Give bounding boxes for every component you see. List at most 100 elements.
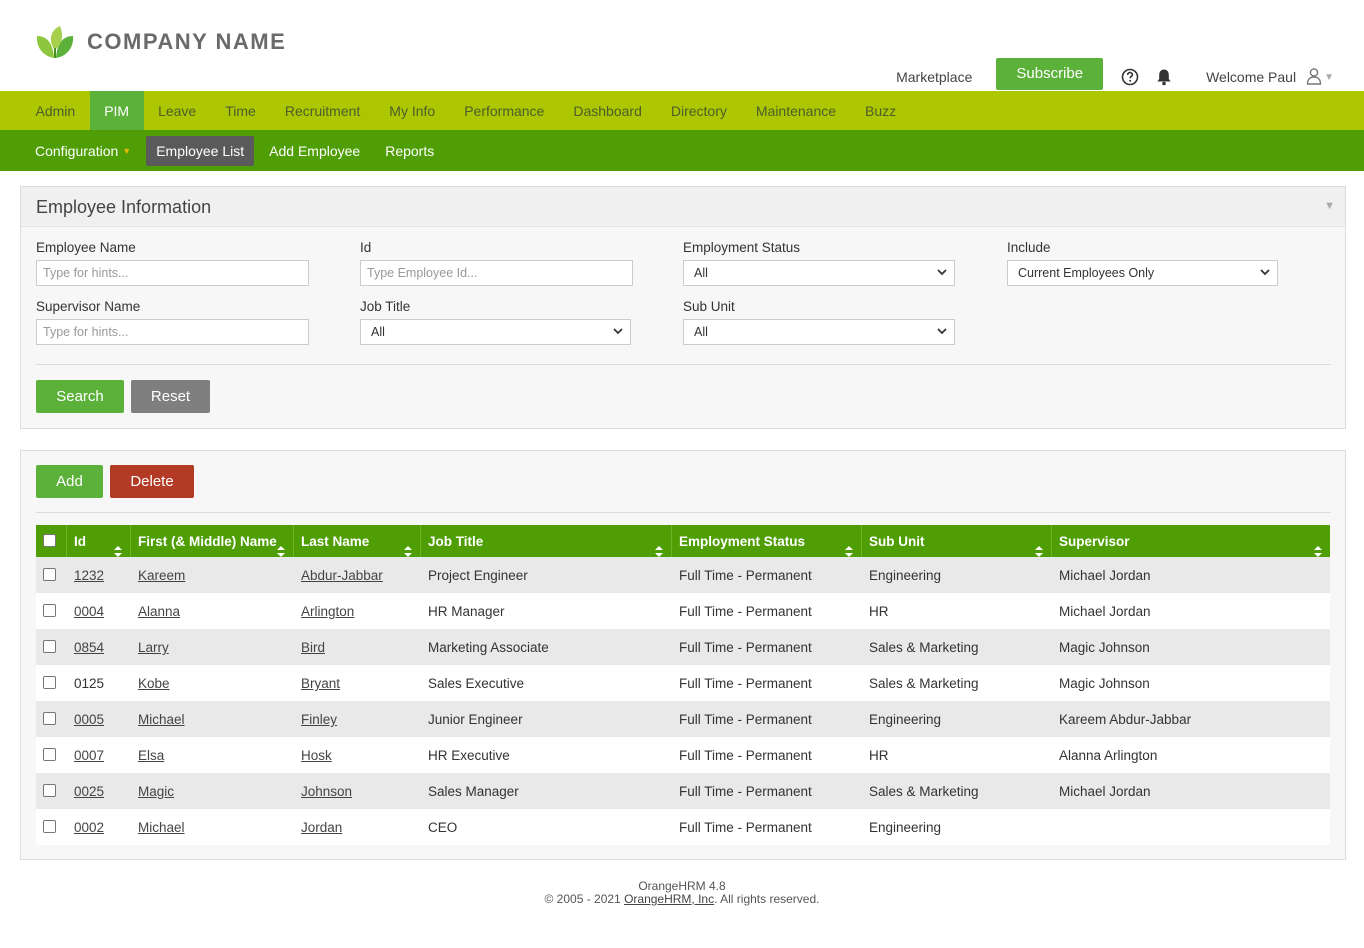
- cell-id-text[interactable]: 0004: [74, 604, 104, 619]
- cell-id[interactable]: 1232: [67, 557, 131, 593]
- cell-first[interactable]: Kareem: [131, 557, 294, 593]
- subnav-reports[interactable]: Reports: [375, 136, 444, 166]
- cell-first[interactable]: Magic: [131, 773, 294, 809]
- nav-item-time[interactable]: Time: [211, 91, 271, 130]
- column-header-supervisor[interactable]: Supervisor: [1052, 525, 1330, 557]
- cell-last-text[interactable]: Abdur-Jabbar: [301, 568, 383, 583]
- column-header-sub-unit[interactable]: Sub Unit: [862, 525, 1052, 557]
- cell-last-text[interactable]: Finley: [301, 712, 337, 727]
- orangehrm-link[interactable]: OrangeHRM, Inc: [624, 892, 714, 906]
- cell-id-text[interactable]: 0005: [74, 712, 104, 727]
- cell-first-text[interactable]: Alanna: [138, 604, 180, 619]
- cell-last-text[interactable]: Bryant: [301, 676, 340, 691]
- cell-first-text[interactable]: Elsa: [138, 748, 164, 763]
- sort-icon[interactable]: [845, 536, 853, 557]
- cell-last-text[interactable]: Arlington: [301, 604, 354, 619]
- cell-first-text[interactable]: Larry: [138, 640, 169, 655]
- employee-name-input[interactable]: Type for hints...: [36, 260, 309, 286]
- nav-item-directory[interactable]: Directory: [656, 91, 741, 130]
- sort-icon[interactable]: [277, 536, 285, 557]
- cell-first[interactable]: Elsa: [131, 737, 294, 773]
- cell-id-text[interactable]: 1232: [74, 568, 104, 583]
- select-all-checkbox[interactable]: [43, 534, 56, 547]
- cell-id[interactable]: 0007: [67, 737, 131, 773]
- nav-item-pim[interactable]: PIM: [89, 91, 144, 130]
- delete-button[interactable]: Delete: [110, 465, 194, 498]
- nav-item-maintenance[interactable]: Maintenance: [741, 91, 850, 130]
- subnav-add-employee[interactable]: Add Employee: [259, 136, 370, 166]
- cell-last-text[interactable]: Johnson: [301, 784, 352, 799]
- cell-first-text[interactable]: Michael: [138, 712, 185, 727]
- sort-icon[interactable]: [655, 536, 663, 557]
- cell-last[interactable]: Bird: [294, 629, 421, 665]
- cell-last-text[interactable]: Bird: [301, 640, 325, 655]
- subscribe-button[interactable]: Subscribe: [996, 57, 1104, 90]
- cell-id[interactable]: 0025: [67, 773, 131, 809]
- include-select[interactable]: Current Employees Only: [1007, 260, 1278, 286]
- nav-item-dashboard[interactable]: Dashboard: [559, 91, 657, 130]
- subnav-configuration[interactable]: Configuration ▼: [25, 136, 141, 166]
- cell-last-text[interactable]: Hosk: [301, 748, 332, 763]
- cell-first[interactable]: Michael: [131, 701, 294, 737]
- welcome-user[interactable]: Welcome Paul: [1206, 69, 1296, 85]
- row-checkbox[interactable]: [43, 676, 56, 689]
- cell-id-text[interactable]: 0854: [74, 640, 104, 655]
- sort-icon[interactable]: [1314, 536, 1322, 557]
- cell-id-text[interactable]: 0025: [74, 784, 104, 799]
- row-checkbox[interactable]: [43, 640, 56, 653]
- job-title-select[interactable]: All: [360, 319, 631, 345]
- user-icon[interactable]: ▼: [1306, 67, 1334, 85]
- cell-last-text[interactable]: Jordan: [301, 820, 342, 835]
- cell-id[interactable]: 0854: [67, 629, 131, 665]
- column-header-first-middle-name[interactable]: First (& Middle) Name: [131, 525, 294, 557]
- nav-item-my-info[interactable]: My Info: [375, 91, 450, 130]
- nav-item-performance[interactable]: Performance: [450, 91, 559, 130]
- cell-id[interactable]: 0005: [67, 701, 131, 737]
- nav-item-leave[interactable]: Leave: [144, 91, 211, 130]
- employment-status-select[interactable]: All: [683, 260, 955, 286]
- row-checkbox[interactable]: [43, 784, 56, 797]
- cell-id[interactable]: 0002: [67, 809, 131, 845]
- column-header-id[interactable]: Id: [67, 525, 131, 557]
- nav-item-admin[interactable]: Admin: [21, 91, 90, 130]
- cell-last[interactable]: Abdur-Jabbar: [294, 557, 421, 593]
- column-header-last-name[interactable]: Last Name: [294, 525, 421, 557]
- cell-first-text[interactable]: Michael: [138, 820, 185, 835]
- bell-icon[interactable]: [1154, 67, 1174, 87]
- sort-icon[interactable]: [1035, 536, 1043, 557]
- employee-id-input[interactable]: Type Employee Id...: [360, 260, 633, 286]
- row-checkbox[interactable]: [43, 568, 56, 581]
- column-header-employment-status[interactable]: Employment Status: [672, 525, 862, 557]
- cell-last[interactable]: Hosk: [294, 737, 421, 773]
- cell-id-text[interactable]: 0002: [74, 820, 104, 835]
- cell-first[interactable]: Alanna: [131, 593, 294, 629]
- sort-icon[interactable]: [404, 536, 412, 557]
- collapse-toggle-icon[interactable]: ▼: [1324, 200, 1335, 212]
- nav-item-recruitment[interactable]: Recruitment: [270, 91, 374, 130]
- marketplace-link[interactable]: Marketplace: [896, 69, 972, 85]
- nav-item-buzz[interactable]: Buzz: [851, 91, 911, 130]
- cell-id-text[interactable]: 0007: [74, 748, 104, 763]
- row-checkbox[interactable]: [43, 748, 56, 761]
- cell-last[interactable]: Finley: [294, 701, 421, 737]
- subnav-employee-list[interactable]: Employee List: [146, 135, 255, 166]
- cell-first[interactable]: Michael: [131, 809, 294, 845]
- cell-first-text[interactable]: Magic: [138, 784, 174, 799]
- help-icon[interactable]: [1120, 67, 1140, 87]
- cell-last[interactable]: Johnson: [294, 773, 421, 809]
- cell-first[interactable]: Kobe: [131, 665, 294, 701]
- row-checkbox[interactable]: [43, 820, 56, 833]
- column-header-job-title[interactable]: Job Title: [421, 525, 672, 557]
- cell-first[interactable]: Larry: [131, 629, 294, 665]
- supervisor-name-input[interactable]: Type for hints...: [36, 319, 309, 345]
- row-checkbox[interactable]: [43, 604, 56, 617]
- cell-last[interactable]: Bryant: [294, 665, 421, 701]
- company-logo[interactable]: COMPANY NAME: [34, 24, 286, 60]
- reset-button[interactable]: Reset: [131, 380, 210, 413]
- cell-last[interactable]: Arlington: [294, 593, 421, 629]
- add-button[interactable]: Add: [36, 465, 103, 498]
- row-checkbox[interactable]: [43, 712, 56, 725]
- search-button[interactable]: Search: [36, 380, 124, 413]
- cell-first-text[interactable]: Kobe: [138, 676, 170, 691]
- cell-id[interactable]: 0004: [67, 593, 131, 629]
